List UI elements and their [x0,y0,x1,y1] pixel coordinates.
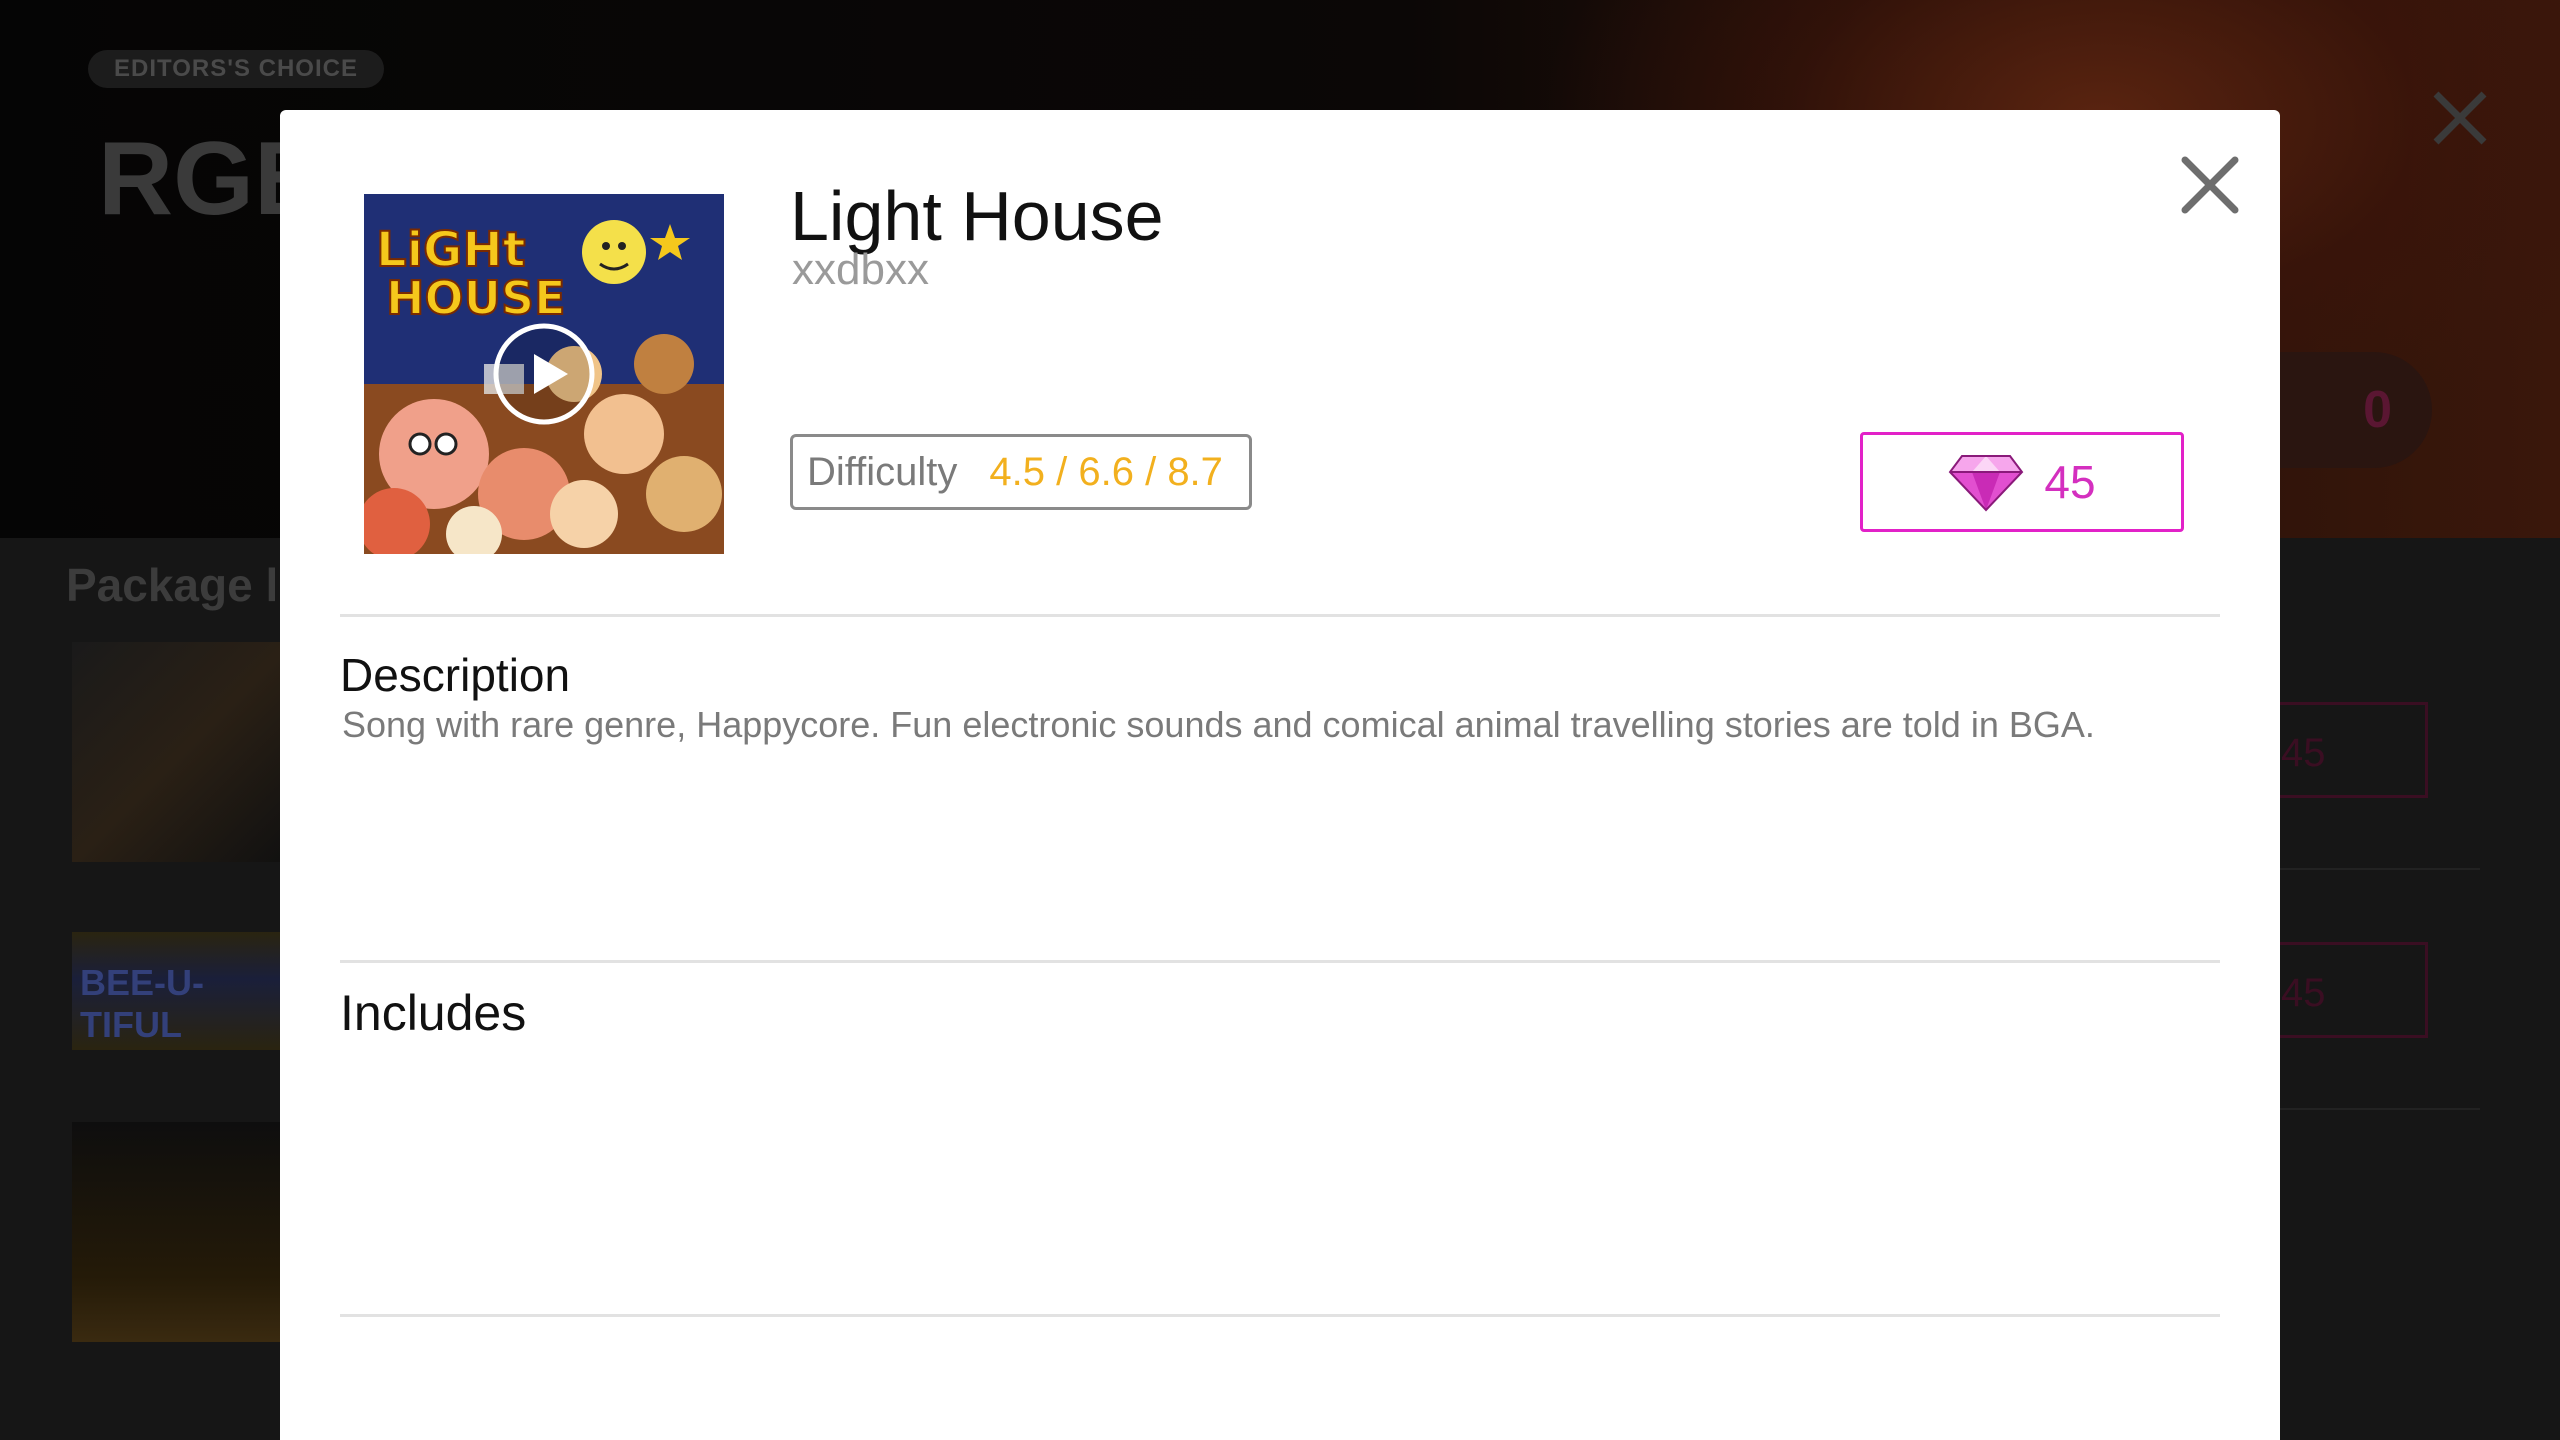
song-detail-modal: LiGHt HOUSE Light House xxdbxx Difficult… [280,110,2280,1440]
difficulty-box: Difficulty 4.5 / 6.6 / 8.7 [790,434,1252,510]
difficulty-label: Difficulty [807,449,958,494]
artist-name: xxdbxx [792,245,929,294]
divider [340,960,2220,963]
background-thumb-1[interactable] [72,642,292,862]
buy-button[interactable]: 45 [1860,432,2184,532]
price-amount: 45 [2044,456,2096,508]
background-row-price-1[interactable]: 45 [2262,702,2428,798]
gem-icon [1949,455,2024,512]
divider [340,1314,2220,1317]
background-row-price-2[interactable]: 45 [2262,942,2428,1038]
description-text: Song with rare genre, Happycore. Fun ele… [342,704,2095,745]
svg-text:HOUSE: HOUSE [386,271,566,325]
includes-heading: Includes [340,985,527,1041]
background-section-title: Package li [66,559,292,611]
editors-choice-tag: EDITORS'S CHOICE [88,50,384,88]
close-icon[interactable] [2173,148,2247,222]
play-icon[interactable] [490,320,598,428]
album-art[interactable]: LiGHt HOUSE [364,194,724,554]
divider [340,614,2220,617]
svg-text:LiGHt: LiGHt [376,222,526,278]
background-buy-price: 0 [2363,381,2392,439]
background-thumb-2[interactable]: BEE-U-TIFUL [72,932,292,1050]
background-thumb-2-text: BEE-U-TIFUL [80,962,204,1045]
difficulty-values: 4.5 / 6.6 / 8.7 [989,449,1223,494]
description-heading: Description [340,649,571,701]
background-thumb-3[interactable] [72,1122,292,1342]
background-close-icon[interactable] [2428,86,2492,150]
